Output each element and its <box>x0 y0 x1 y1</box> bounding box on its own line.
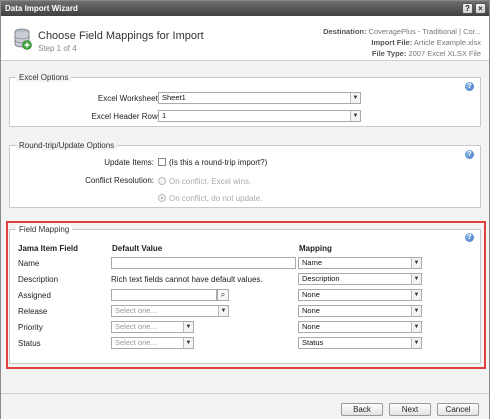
status-mapping-value: Status <box>302 338 324 347</box>
title-bar: Data Import Wizard ? × <box>1 1 489 16</box>
field-description-label: Description <box>18 275 59 284</box>
name-mapping-value: Name <box>302 258 323 267</box>
destination-value: CoveragePlus - Traditional | Cor... <box>368 27 481 36</box>
chevron-down-icon: ▼ <box>350 111 360 121</box>
field-status-label: Status <box>18 339 41 348</box>
chevron-down-icon: ▼ <box>411 258 421 268</box>
excel-header-row-select[interactable]: 1 ▼ <box>158 110 361 122</box>
release-default-value: Select one... <box>115 306 157 315</box>
assigned-mapping-select[interactable]: None ▼ <box>298 289 422 301</box>
no-update-radio[interactable] <box>158 194 166 202</box>
excel-wins-label: On conflict, Excel wins. <box>169 177 252 186</box>
field-mapping-title: Field Mapping <box>16 225 73 234</box>
wizard-footer: Back Next Cancel <box>1 393 489 419</box>
import-wizard-window: Data Import Wizard ? × Choose Field Mapp… <box>0 0 490 419</box>
help-icon[interactable]: ? <box>465 150 474 159</box>
excel-header-row-label: Excel Header Row: <box>91 112 160 121</box>
next-button[interactable]: Next <box>389 403 431 416</box>
file-type-value: 2007 Excel XLSX File <box>408 49 481 58</box>
field-priority-label: Priority <box>18 323 43 332</box>
excel-worksheet-value: Sheet1 <box>162 93 186 102</box>
chevron-down-icon: ▼ <box>411 322 421 332</box>
roundtrip-options-title: Round-trip/Update Options <box>16 141 118 150</box>
roundtrip-options-section: Round-trip/Update Options ? Update Items… <box>9 141 481 208</box>
release-mapping-select[interactable]: None ▼ <box>298 305 422 317</box>
update-items-hint: (Is this a round-trip import?) <box>169 158 268 167</box>
help-window-button[interactable]: ? <box>462 3 473 14</box>
name-mapping-select[interactable]: Name ▼ <box>298 257 422 269</box>
update-items-checkbox[interactable] <box>158 158 166 166</box>
page-title: Choose Field Mappings for Import <box>38 30 204 42</box>
description-default-note: Rich text fields cannot have default val… <box>111 275 263 284</box>
database-add-icon <box>14 28 32 50</box>
chevron-down-icon: ▼ <box>183 322 193 332</box>
name-default-input[interactable] <box>111 257 296 269</box>
excel-worksheet-select[interactable]: Sheet1 ▼ <box>158 92 361 104</box>
priority-default-value: Select one... <box>115 322 157 331</box>
release-mapping-value: None <box>302 306 320 315</box>
status-default-value: Select one... <box>115 338 157 347</box>
import-file-label: Import File: <box>371 38 413 47</box>
description-mapping-value: Description <box>302 274 340 283</box>
assigned-mapping-value: None <box>302 290 320 299</box>
chevron-down-icon: ▼ <box>411 290 421 300</box>
search-icon[interactable]: ⌕ <box>217 289 229 301</box>
back-button[interactable]: Back <box>341 403 383 416</box>
window-title: Data Import Wizard <box>5 4 78 13</box>
assigned-default-input[interactable] <box>111 289 217 301</box>
chevron-down-icon: ▼ <box>411 306 421 316</box>
priority-default-select[interactable]: Select one... ▼ <box>111 321 194 333</box>
cancel-button[interactable]: Cancel <box>437 403 479 416</box>
column-header-default: Default Value <box>112 244 163 253</box>
no-update-label: On conflict, do not update. <box>169 194 263 203</box>
help-icon[interactable]: ? <box>465 82 474 91</box>
field-name-label: Name <box>18 259 40 268</box>
status-mapping-select[interactable]: Status ▼ <box>298 337 422 349</box>
status-default-select[interactable]: Select one... ▼ <box>111 337 194 349</box>
help-icon[interactable]: ? <box>465 233 474 242</box>
priority-mapping-select[interactable]: None ▼ <box>298 321 422 333</box>
excel-options-section: Excel Options ? Excel Worksheet: Sheet1 … <box>9 73 481 127</box>
priority-mapping-value: None <box>302 322 320 331</box>
chevron-down-icon: ▼ <box>183 338 193 348</box>
update-items-label: Update Items: <box>104 158 154 167</box>
column-header-field: Jama Item Field <box>18 244 79 253</box>
step-indicator: Step 1 of 4 <box>38 44 77 53</box>
field-release-label: Release <box>18 307 48 316</box>
destination-label: Destination: <box>323 27 367 36</box>
chevron-down-icon: ▼ <box>411 338 421 348</box>
field-mapping-section: Field Mapping ? Jama Item Field Default … <box>9 225 481 364</box>
file-type-label: File Type: <box>371 49 407 58</box>
excel-options-title: Excel Options <box>16 73 72 82</box>
chevron-down-icon: ▼ <box>411 274 421 284</box>
description-mapping-select[interactable]: Description ▼ <box>298 273 422 285</box>
chevron-down-icon: ▼ <box>350 93 360 103</box>
import-file-value: Article Example.xlsx <box>413 38 481 47</box>
conflict-resolution-label: Conflict Resolution: <box>85 176 154 185</box>
excel-worksheet-label: Excel Worksheet: <box>97 94 160 103</box>
wizard-header: Choose Field Mappings for Import Step 1 … <box>1 16 489 61</box>
chevron-down-icon: ▼ <box>218 306 228 316</box>
excel-header-row-value: 1 <box>162 111 167 120</box>
release-default-select[interactable]: Select one... ▼ <box>111 305 229 317</box>
excel-wins-radio[interactable] <box>158 177 166 185</box>
column-header-mapping: Mapping <box>299 244 332 253</box>
field-assigned-label: Assigned <box>18 291 51 300</box>
import-summary: Destination: CoveragePlus - Traditional … <box>323 26 481 59</box>
close-window-button[interactable]: × <box>475 3 486 14</box>
